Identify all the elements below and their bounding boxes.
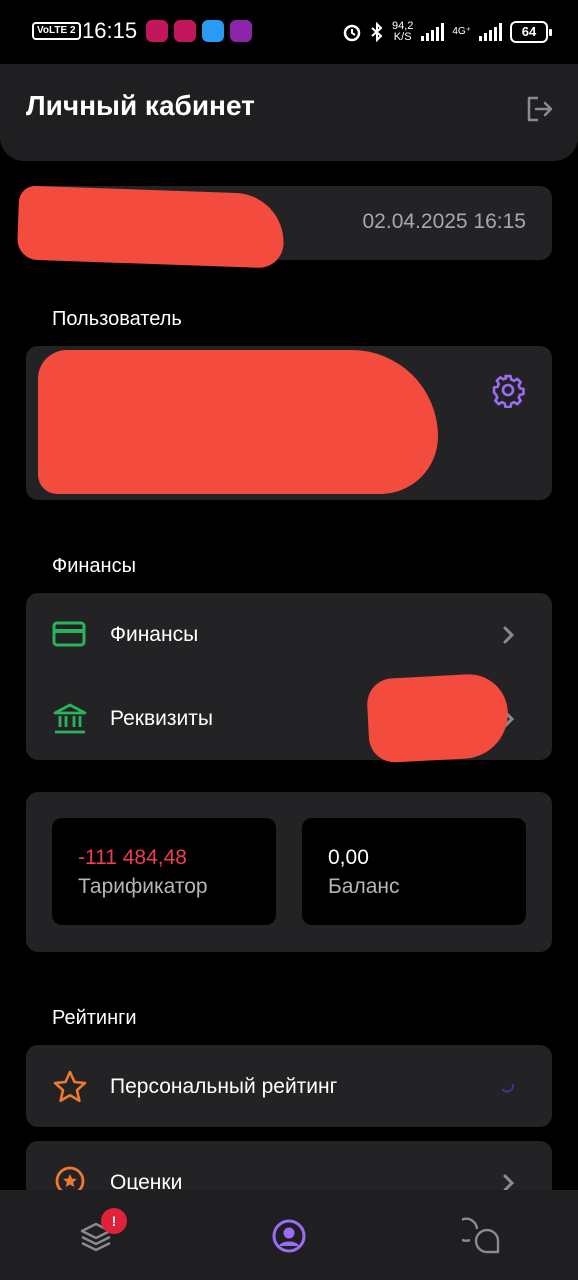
chat-icon[interactable] [462,1216,502,1256]
finance-row-label: Финансы [110,623,199,646]
finance-row[interactable]: Финансы [26,593,552,677]
page-title: Личный кабинет [26,90,255,121]
network-type: 4G⁺ [452,26,471,37]
status-bar: VoLTE 2 16:15 94,2 K/S 4G⁺ 64 [0,0,578,64]
app-notification-icon [146,20,168,42]
net-speed: 94,2 K/S [391,20,414,43]
section-title-finance: Финансы [52,555,136,577]
signal-icon [479,23,502,41]
logout-icon[interactable] [524,94,554,124]
redacted-requisites [365,672,511,764]
redacted-name [16,185,286,269]
balance-value: 0,00 [328,846,369,869]
bank-icon [53,703,87,734]
bottom-nav [0,1190,578,1280]
messenger-notification-icon [202,20,224,42]
gear-icon[interactable] [490,372,526,408]
balance-label: Баланс [328,875,400,898]
chevron-right-icon [503,626,515,644]
loading-spinner-icon [501,1083,515,1093]
status-right: 94,2 K/S 4G⁺ 64 [342,18,552,46]
balance-tile[interactable]: 0,00 Баланс [302,818,526,925]
battery-indicator: 64 [510,21,552,43]
requisites-row-label: Реквизиты [110,707,213,730]
section-title-user: Пользователь [52,308,182,330]
section-title-ratings: Рейтинги [52,1007,137,1029]
session-datetime: 02.04.2025 16:15 [362,210,527,233]
notification-badge: ! [101,1208,127,1234]
bluetooth-icon [371,22,383,42]
personal-rating-card[interactable]: Персональный рейтинг [26,1045,552,1127]
profile-icon[interactable] [269,1216,309,1256]
app-notification-icon [230,20,252,42]
signal-icon [421,23,445,41]
app-header: Личный кабинет [0,64,578,161]
personal-rating-row[interactable]: Персональный рейтинг [26,1045,552,1127]
tarificator-value: -111 484,48 [78,846,187,869]
status-time: 16:15 [82,18,138,43]
credit-card-icon [52,621,86,647]
redacted-user-info [38,350,438,494]
app-notification-icon [174,20,196,42]
alarm-icon [343,24,361,42]
star-icon [53,1070,87,1103]
personal-rating-label: Персональный рейтинг [110,1075,338,1098]
stats-card: -111 484,48 Тарификатор 0,00 Баланс [26,792,552,952]
tarificator-label: Тарификатор [78,875,208,898]
volte-indicator: VoLTE 2 [32,22,81,40]
tarificator-tile[interactable]: -111 484,48 Тарификатор [52,818,276,925]
